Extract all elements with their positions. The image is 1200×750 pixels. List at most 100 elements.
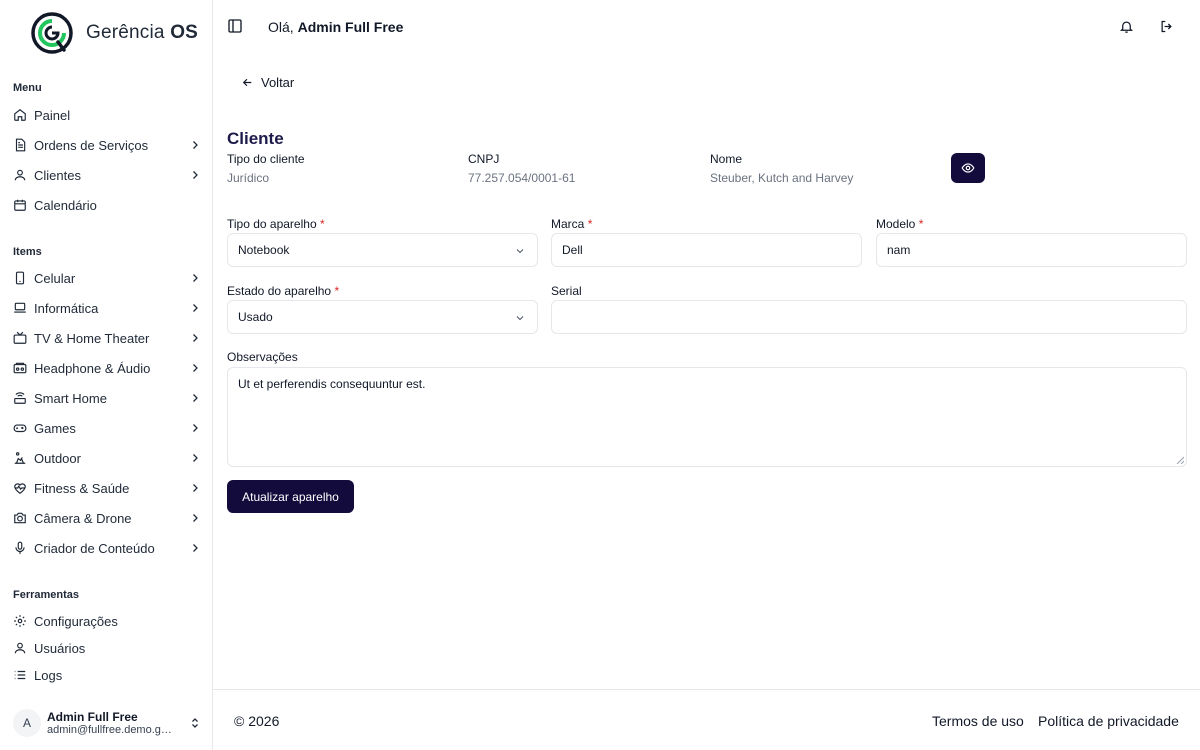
brand-input[interactable]: Dell [551,233,862,267]
user-email: admin@fullfree.demo.gerenciaos.com [47,724,177,736]
sidebar-item-label: Câmera & Drone [34,510,132,526]
greeting: Olá, Admin Full Free [268,19,404,35]
sidebar-item-tv[interactable]: TV & Home Theater [13,326,201,350]
camera-icon [13,511,27,525]
chevron-right-icon [193,364,198,372]
logout-icon[interactable] [1159,19,1174,34]
brand-label: Marca * [551,217,593,231]
chevron-right-icon [193,334,198,342]
chevron-right-icon [193,514,198,522]
user-menu[interactable]: A Admin Full Free admin@fullfree.demo.ge… [13,707,201,739]
sidebar-item-clientes[interactable]: Clientes [13,163,201,187]
avatar: A [13,709,41,737]
sidebar-item-label: Configurações [34,613,118,629]
sidebar-item-label: Painel [34,107,71,123]
sidebar-item-games[interactable]: Games [13,416,201,440]
smart-home-icon [13,391,27,405]
chevron-right-icon [193,304,198,312]
sidebar-toggle-icon[interactable] [227,18,243,34]
chevron-down-icon [516,316,524,321]
sidebar-item-label: Clientes [34,167,81,183]
view-client-button[interactable] [951,153,985,183]
chevron-right-icon [193,424,198,432]
sidebar-item-configuracoes[interactable]: Configurações [13,609,201,633]
update-device-button[interactable]: Atualizar aparelho [227,480,354,513]
chevron-right-icon [193,274,198,282]
chevron-down-icon [516,249,524,254]
sidebar-item-smart-home[interactable]: Smart Home [13,386,201,410]
chevron-right-icon [193,454,198,462]
heart-pulse-icon [13,481,27,495]
notes-textarea[interactable]: Ut et perferendis consequuntur est. [227,367,1187,467]
sidebar-item-camera[interactable]: Câmera & Drone [13,506,201,530]
chevron-right-icon [193,171,198,179]
chevron-right-icon [193,484,198,492]
bell-icon[interactable] [1119,19,1134,34]
eye-icon [961,163,975,173]
sidebar-item-label: Headphone & Áudio [34,360,151,376]
sidebar-item-label: Informática [34,300,99,316]
device-type-select[interactable]: Notebook [227,233,538,267]
chevron-right-icon [193,394,198,402]
privacy-link[interactable]: Política de privacidade [1038,713,1179,729]
back-button[interactable]: Voltar [241,75,294,90]
sidebar-item-label: Celular [34,270,76,286]
arrow-left-icon [242,78,252,87]
sidebar-item-celular[interactable]: Celular [13,266,201,290]
section-title-items: Items [13,246,42,258]
notes-label: Observações [227,350,298,364]
sidebar-item-label: Smart Home [34,390,107,406]
device-state-select[interactable]: Usado [227,300,538,334]
gamepad-icon [13,421,27,435]
sidebar-item-logs[interactable]: Logs [13,663,201,687]
laptop-icon [13,301,27,315]
section-title-menu: Menu [13,82,42,94]
cnpj-label: CNPJ [468,152,500,166]
calendar-icon [13,198,27,212]
sidebar-item-calendario[interactable]: Calendário [13,193,201,217]
client-type-value: Jurídico [227,171,270,185]
cnpj-value: 77.257.054/0001-61 [468,171,576,185]
serial-input[interactable] [551,300,1187,334]
smartphone-icon [13,271,27,285]
model-input[interactable]: nam [876,233,1187,267]
device-type-label: Tipo do aparelho * [227,217,325,231]
outdoor-icon [13,451,27,465]
resize-handle-icon[interactable] [1176,456,1184,464]
brand-name: Gerência OS [86,22,199,43]
user-icon [13,168,27,182]
sidebar-item-label: Ordens de Serviços [34,137,149,153]
sidebar-item-label: Usuários [34,640,86,656]
sidebar-item-painel[interactable]: Painel [13,103,201,127]
sidebar-item-outdoor[interactable]: Outdoor [13,446,201,470]
microphone-icon [13,541,27,555]
sidebar-item-label: Outdoor [34,450,81,466]
top-header: Olá, Admin Full Free [213,0,1200,54]
sidebar-item-label: Games [34,420,76,436]
sidebar-item-label: TV & Home Theater [34,330,150,346]
speaker-icon [13,361,27,375]
sidebar-item-criador[interactable]: Criador de Conteúdo [13,536,201,560]
serial-label: Serial [551,284,582,298]
chevron-right-icon [193,141,198,149]
user-name: Admin Full Free [47,710,138,724]
terms-link[interactable]: Termos de uso [932,713,1024,729]
model-label: Modelo * [876,217,924,231]
list-icon [13,668,27,682]
sidebar: Gerência OS Menu Painel Ordens de Serviç… [0,0,213,750]
sidebar-item-ordens[interactable]: Ordens de Serviços [13,133,201,157]
sidebar-item-label: Criador de Conteúdo [34,540,155,556]
client-type-label: Tipo do cliente [227,152,305,166]
sidebar-item-label: Calendário [34,197,97,213]
sidebar-item-fitness[interactable]: Fitness & Saúde [13,476,201,500]
gear-icon [13,614,27,628]
tv-icon [13,331,27,345]
client-name-label: Nome [710,152,743,166]
brand[interactable]: Gerência OS [31,12,198,54]
sidebar-item-headphone[interactable]: Headphone & Áudio [13,356,201,380]
sidebar-item-usuarios[interactable]: Usuários [13,636,201,660]
copyright: © 2026 [234,713,280,729]
chevron-right-icon [193,544,198,552]
sidebar-item-informatica[interactable]: Informática [13,296,201,320]
home-icon [13,108,27,122]
